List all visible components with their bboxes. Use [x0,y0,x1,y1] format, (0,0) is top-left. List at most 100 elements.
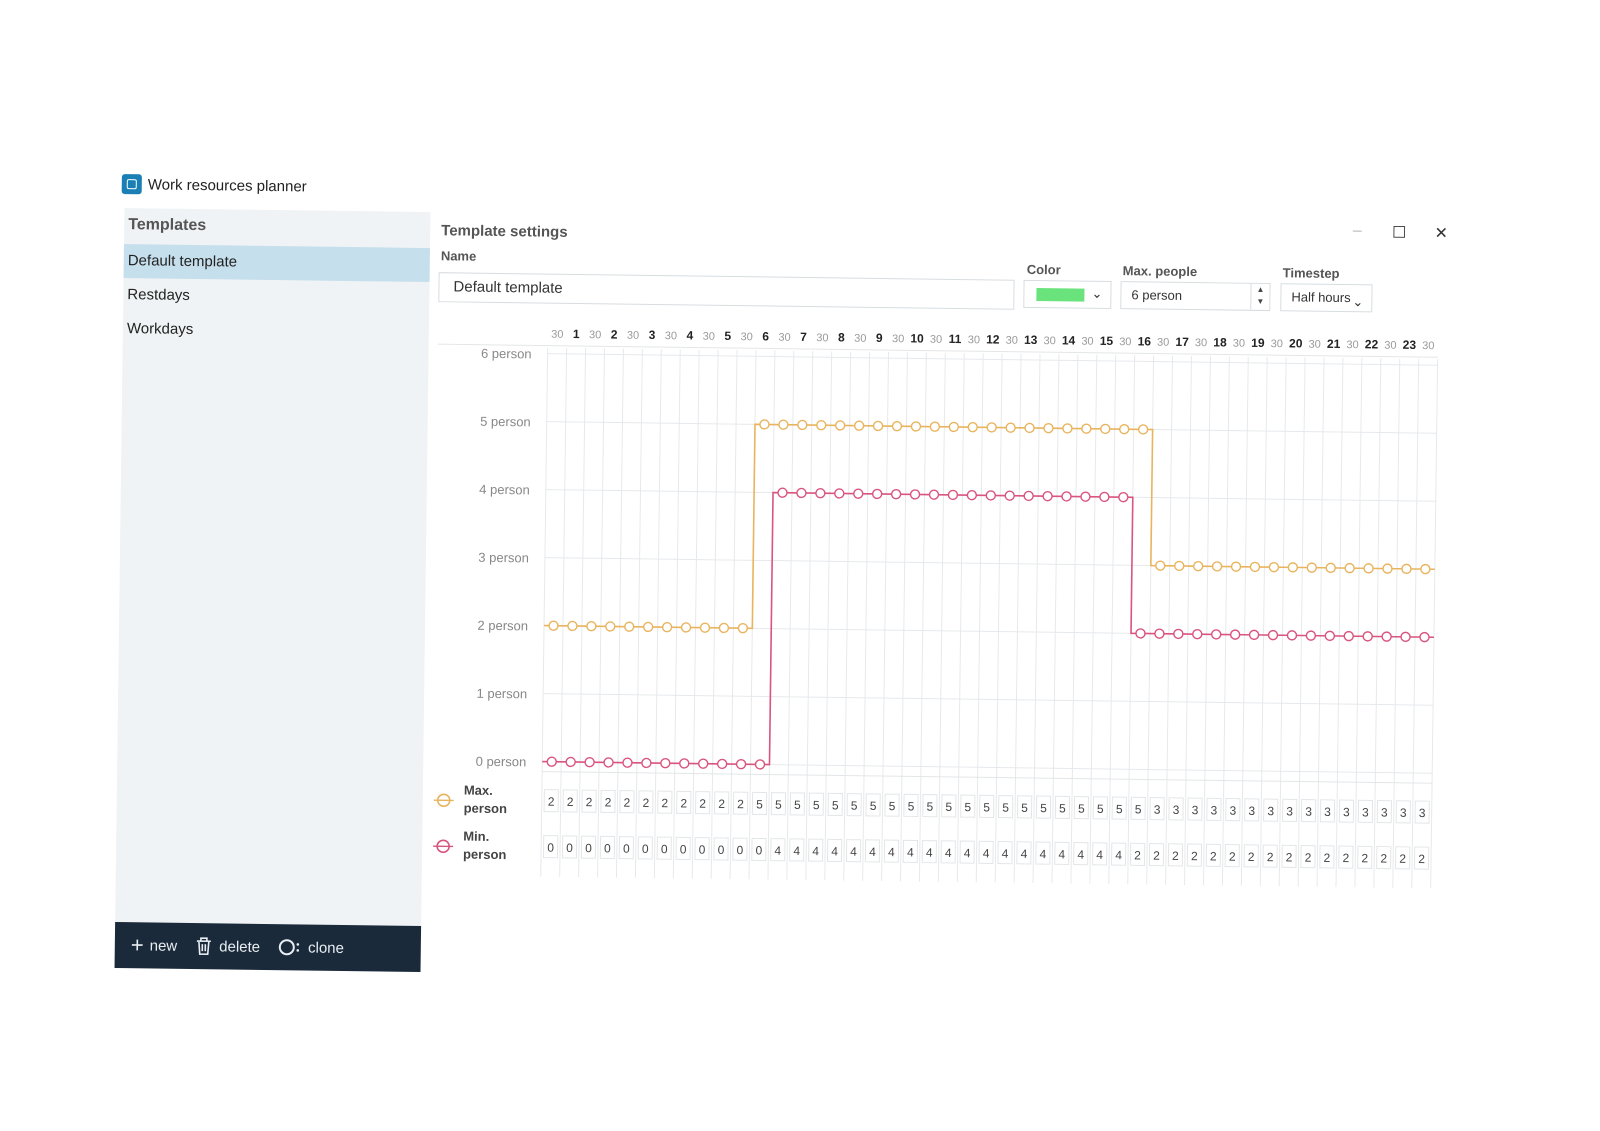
data-point [1192,560,1204,572]
template-item-workdays[interactable]: Workdays [123,312,429,350]
templates-sidebar: Templates Default template Restdays Work… [114,208,431,973]
value-cell-text: 5 [1097,802,1104,816]
data-point [1363,563,1374,574]
value-cell-text: 2 [567,795,574,809]
template-item-default[interactable]: Default template [123,244,430,283]
value-cell-text: 5 [832,798,839,812]
data-point [1118,491,1129,503]
value-cell-text: 3 [1343,805,1350,819]
name-input[interactable]: Default template [438,272,1015,310]
value-cell-text: 3 [1381,806,1388,820]
y-tick-label: 1 person [476,686,527,702]
data-point [546,756,557,767]
data-point [661,622,673,633]
value-cell-text: 2 [718,797,725,811]
x-tick-label: 30 [740,331,752,343]
data-point [891,420,903,432]
clone-button[interactable]: clone [278,937,344,958]
value-cell-text: 0 [680,842,687,856]
data-point [622,757,633,768]
x-tick-label: 30 [665,330,677,342]
data-point [1081,423,1092,434]
max-people-stepper[interactable]: ▲ ▼ [1250,283,1270,311]
data-point [909,489,921,500]
x-tick-label: 18 [1213,335,1227,349]
data-point [872,420,884,432]
data-point [1400,631,1411,643]
clone-button-label: clone [307,939,345,957]
timestep-select[interactable]: Half hours ⌄ [1280,283,1373,313]
value-cell-text: 5 [794,798,801,812]
x-tick-label: 2 [611,327,618,341]
data-point [1362,631,1373,642]
value-cell-text: 2 [1153,849,1160,863]
value-cell-text: 5 [1002,801,1009,815]
new-button[interactable]: + new [131,932,178,957]
legend-label: Min. [463,829,489,844]
value-cell-text: 3 [1286,804,1293,818]
data-point [1155,560,1166,571]
value-cell-text: 0 [699,843,706,857]
value-cell-text: 5 [1135,802,1142,816]
value-cell-text: 2 [642,796,649,810]
value-cell-text: 0 [661,842,668,856]
value-cell-text: 4 [964,846,971,860]
x-tick-label: 3 [649,328,656,342]
value-cell-text: 5 [983,800,990,814]
x-tick-label: 30 [968,334,980,346]
value-cell-text: 5 [870,799,877,813]
data-point [1267,629,1279,641]
color-label: Color [1026,261,1061,278]
data-point [754,759,766,770]
value-cell-text: 0 [566,841,573,855]
data-point [1061,491,1072,502]
data-point [735,758,747,770]
delete-button[interactable]: delete [195,936,260,957]
template-list: Default template Restdays Workdays [123,244,430,350]
value-cell-text: 3 [1305,805,1312,819]
value-cell-text: 4 [1039,847,1046,861]
value-cell-text: 0 [737,843,744,857]
value-cell-text: 5 [889,799,896,813]
data-point [679,758,690,769]
value-cell-text: 4 [1058,847,1065,861]
data-point [1343,630,1354,642]
data-point [1024,422,1035,434]
data-point [567,620,578,632]
x-tick-label: 11 [949,332,962,346]
data-point [1080,491,1091,502]
y-tick-label: 5 person [480,414,531,430]
value-cell-text: 3 [1229,804,1236,818]
x-tick-label: 1 [573,327,580,341]
value-cell-text: 2 [1267,850,1274,864]
data-point [816,420,827,431]
value-cell-text: 2 [1380,852,1387,866]
data-point [680,622,692,633]
value-cell-text: 2 [1418,852,1425,866]
data-point [1382,563,1393,574]
value-cell-text: 4 [1077,848,1084,862]
template-settings-panel: Template settings Name Default template … [430,212,1450,985]
x-tick-label: 30 [551,329,563,341]
data-point [660,757,671,769]
x-tick-label: 13 [1024,333,1038,347]
value-cell-text: 3 [1154,803,1161,817]
value-cell-text: 3 [1210,803,1217,817]
template-item-restdays[interactable]: Restdays [123,278,429,316]
color-select[interactable]: ⌄ [1023,279,1112,309]
value-cell-text: 5 [964,800,971,814]
value-cell-text: 0 [718,843,725,857]
data-point [642,621,654,633]
value-cell-text: 4 [983,846,990,860]
value-cell-text: 3 [1419,806,1426,820]
value-cell-text: 3 [1192,803,1199,817]
value-cell-text: 2 [605,795,612,809]
value-cell-text: 3 [1173,803,1180,817]
max-people-input[interactable]: 6 person ▲ ▼ [1120,281,1271,312]
data-point [1119,423,1130,435]
x-tick-label: 30 [854,333,866,345]
max-people-label: Max. people [1122,263,1198,280]
value-cell-text: 4 [1115,848,1122,862]
x-tick-label: 19 [1251,336,1265,350]
trash-icon [197,937,212,956]
